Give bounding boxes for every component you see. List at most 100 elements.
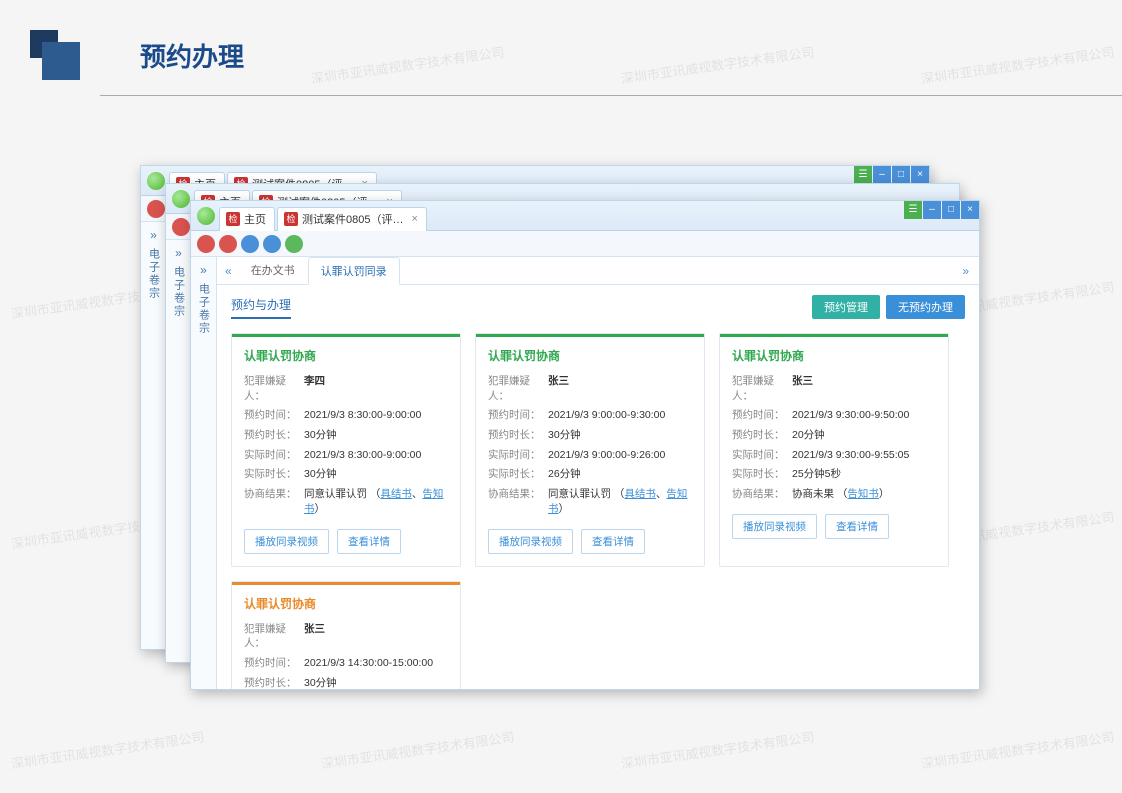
label-suspect: 犯罪嫌疑人： <box>244 622 304 651</box>
toolbar <box>191 231 979 257</box>
browser-icon <box>172 190 190 208</box>
label-actual-dur: 实际时长： <box>488 467 548 482</box>
watermark: 深圳市亚讯威视数字技术有限公司 <box>620 42 816 88</box>
label-actual-dur: 实际时长： <box>244 467 304 482</box>
label-suspect: 犯罪嫌疑人： <box>488 374 548 403</box>
label-appt-dur: 预约时长： <box>244 428 304 443</box>
section-header: 预约与办理 预约管理 无预约办理 <box>217 285 979 325</box>
view-detail-button[interactable]: 查看详情 <box>581 529 645 554</box>
window-green-icon[interactable]: ☰ <box>904 201 922 219</box>
watermark: 深圳市亚讯威视数字技术有限公司 <box>310 42 506 88</box>
link-document[interactable]: 具结书 <box>380 488 412 500</box>
sub-tabs: « 在办文书 认罪认罚同录 » <box>217 257 979 285</box>
chevron-right-icon[interactable]: » <box>150 228 157 242</box>
manage-appointment-button[interactable]: 预约管理 <box>812 295 880 319</box>
watermark: 深圳市亚讯威视数字技术有限公司 <box>320 727 516 773</box>
label-appt-time: 预约时间： <box>488 408 548 423</box>
toolbar-icon[interactable] <box>172 218 190 236</box>
toolbar-icon[interactable] <box>263 235 281 253</box>
toolbar-icon[interactable] <box>147 200 165 218</box>
side-rail: » 电子卷宗 <box>141 222 167 649</box>
card-title: 认罪认罚协商 <box>244 347 448 364</box>
browser-icon <box>197 207 215 225</box>
label-appt-dur: 预约时长： <box>244 676 304 689</box>
value-actual-dur: 26分钟 <box>548 467 581 482</box>
chevron-left-icon[interactable]: « <box>225 264 232 278</box>
appointment-card: 认罪认罚协商犯罪嫌疑人：张三预约时间：2021/9/3 9:00:00-9:30… <box>475 333 705 567</box>
label-appt-dur: 预约时长： <box>488 428 548 443</box>
play-video-button[interactable]: 播放同录视频 <box>488 529 573 554</box>
link-notice[interactable]: 告知书 <box>548 488 687 515</box>
value-appt-dur: 30分钟 <box>548 428 581 443</box>
value-appt-time: 2021/9/3 14:30:00-15:00:00 <box>304 656 433 671</box>
link-notice[interactable]: 告知书 <box>304 488 443 515</box>
value-result: 同意认罪认罚 （具结书、告知书） <box>304 487 448 516</box>
value-suspect: 张三 <box>792 374 813 403</box>
card-title: 认罪认罚协商 <box>488 347 692 364</box>
appointment-card: 认罪认罚协商犯罪嫌疑人：张三预约时间：2021/9/3 9:30:00-9:50… <box>719 333 949 567</box>
chevron-right-icon[interactable]: » <box>200 263 207 277</box>
label-result: 协商结果： <box>732 487 792 502</box>
subtab-docs[interactable]: 在办文书 <box>238 256 308 284</box>
subtab-record[interactable]: 认罪认罚同录 <box>308 257 400 285</box>
no-appointment-button[interactable]: 无预约办理 <box>886 295 965 319</box>
value-appt-dur: 30分钟 <box>304 428 337 443</box>
window-maximize-button[interactable]: □ <box>942 201 960 219</box>
value-appt-dur: 30分钟 <box>304 676 337 689</box>
value-actual-time: 2021/9/3 8:30:00-9:00:00 <box>304 448 421 463</box>
label-appt-time: 预约时间： <box>244 656 304 671</box>
value-result: 协商未果 （告知书） <box>792 487 889 502</box>
slide-header: 预约办理 <box>30 30 244 80</box>
tab-close-icon[interactable]: × <box>411 213 417 225</box>
value-suspect: 李四 <box>304 374 325 403</box>
toolbar-icon[interactable] <box>197 235 215 253</box>
window-minimize-button[interactable]: – <box>923 201 941 219</box>
browser-icon <box>147 172 165 190</box>
play-video-button[interactable]: 播放同录视频 <box>732 514 817 539</box>
chevron-right-icon[interactable]: » <box>962 264 969 278</box>
link-document[interactable]: 具结书 <box>624 488 656 500</box>
window-maximize-button[interactable]: □ <box>892 166 910 184</box>
label-actual-time: 实际时间： <box>488 448 548 463</box>
watermark: 深圳市亚讯威视数字技术有限公司 <box>620 727 816 773</box>
header-decoration <box>30 30 80 80</box>
tab-home[interactable]: 检主页 <box>219 207 275 231</box>
link-notice[interactable]: 告知书 <box>847 488 879 500</box>
window-green-icon[interactable]: ☰ <box>854 166 872 184</box>
tab-badge-icon: 检 <box>226 212 240 226</box>
side-rail-label[interactable]: 电子卷宗 <box>171 266 187 318</box>
toolbar-icon[interactable] <box>285 235 303 253</box>
side-rail-label[interactable]: 电子卷宗 <box>146 248 162 300</box>
window-minimize-button[interactable]: – <box>873 166 891 184</box>
watermark: 深圳市亚讯威视数字技术有限公司 <box>920 727 1116 773</box>
toolbar-icon[interactable] <box>241 235 259 253</box>
window-close-button[interactable]: × <box>961 201 979 219</box>
window-close-button[interactable]: × <box>911 166 929 184</box>
value-actual-dur: 30分钟 <box>304 467 337 482</box>
app-window-front: 检主页 检测试案件0805（评…× ☰ – □ × » 电子卷宗 « <box>190 200 980 690</box>
value-appt-time: 2021/9/3 9:00:00-9:30:00 <box>548 408 665 423</box>
value-result: 同意认罪认罚 （具结书、告知书） <box>548 487 692 516</box>
value-appt-time: 2021/9/3 8:30:00-9:00:00 <box>304 408 421 423</box>
slide-divider <box>100 95 1122 96</box>
label-suspect: 犯罪嫌疑人： <box>244 374 304 403</box>
label-suspect: 犯罪嫌疑人： <box>732 374 792 403</box>
value-suspect: 张三 <box>548 374 569 403</box>
toolbar-icon[interactable] <box>219 235 237 253</box>
side-rail-label[interactable]: 电子卷宗 <box>196 283 212 335</box>
side-rail: » 电子卷宗 <box>191 257 217 689</box>
chevron-right-icon[interactable]: » <box>175 246 182 260</box>
watermark: 深圳市亚讯威视数字技术有限公司 <box>10 727 206 773</box>
cards-grid: 认罪认罚协商犯罪嫌疑人：李四预约时间：2021/9/3 8:30:00-9:00… <box>217 325 979 689</box>
value-actual-time: 2021/9/3 9:30:00-9:55:05 <box>792 448 909 463</box>
slide-title: 预约办理 <box>140 37 244 74</box>
watermark: 深圳市亚讯威视数字技术有限公司 <box>920 42 1116 88</box>
play-video-button[interactable]: 播放同录视频 <box>244 529 329 554</box>
label-actual-time: 实际时间： <box>732 448 792 463</box>
view-detail-button[interactable]: 查看详情 <box>825 514 889 539</box>
window-controls: ☰ – □ × <box>853 166 929 184</box>
tab-case[interactable]: 检测试案件0805（评…× <box>277 207 427 231</box>
label-actual-time: 实际时间： <box>244 448 304 463</box>
appointment-card: 认罪认罚协商犯罪嫌疑人：李四预约时间：2021/9/3 8:30:00-9:00… <box>231 333 461 567</box>
view-detail-button[interactable]: 查看详情 <box>337 529 401 554</box>
